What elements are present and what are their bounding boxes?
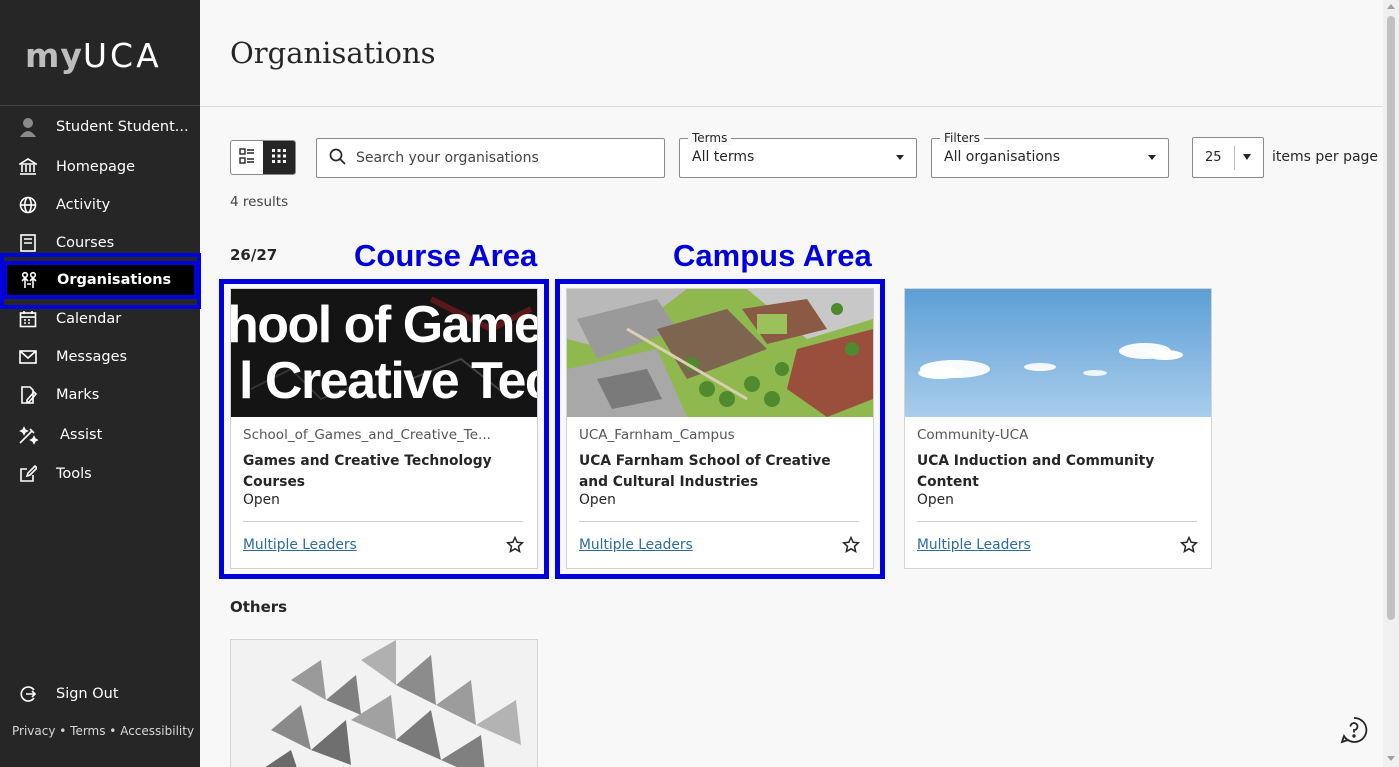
list-view-button[interactable]: [231, 141, 263, 174]
per-page-label: items per page: [1272, 149, 1379, 165]
per-page-value: 25: [1205, 150, 1222, 165]
sidebar-item-label: Homepage: [56, 159, 136, 175]
card-banner-image: [231, 640, 537, 767]
sign-out-label: Sign Out: [56, 686, 119, 702]
banner-text-line2: l Creative Tech: [239, 352, 537, 410]
caret-down-icon: [1243, 154, 1251, 160]
marks-icon: [18, 385, 38, 405]
calendar-icon: [18, 309, 38, 329]
scroll-up-icon[interactable]: [1387, 4, 1395, 9]
help-icon: [1340, 717, 1368, 744]
sidebar-item-label: Assist: [60, 427, 103, 443]
grid-view-icon: [271, 148, 287, 168]
card-code: School_of_Games_and_Creative_Te...: [243, 427, 491, 443]
sidebar-item-label: Calendar: [56, 311, 122, 327]
card-code: Community-UCA: [917, 427, 1029, 443]
card-title[interactable]: UCA Farnham School of Creative and Cultu…: [579, 451, 861, 493]
header-divider: [200, 106, 1383, 107]
card-divider: [243, 521, 523, 522]
sidebar-item-marks[interactable]: Marks: [0, 376, 200, 414]
terms-value: All terms: [692, 149, 755, 165]
scrollbar[interactable]: [1383, 0, 1399, 767]
globe-icon: [18, 195, 38, 215]
card-status: Open: [917, 492, 954, 508]
avatar: [18, 117, 38, 137]
sidebar-item-label: Marks: [56, 387, 100, 403]
card-banner-image: [905, 289, 1211, 417]
sidebar-item-assist[interactable]: Assist: [0, 416, 200, 454]
star-icon[interactable]: [505, 535, 525, 554]
terms-dropdown[interactable]: Terms All terms: [679, 131, 917, 178]
term-heading: 26/27: [230, 246, 278, 264]
list-view-icon: [239, 147, 255, 168]
book-icon: [18, 233, 38, 253]
search-box: [316, 138, 665, 178]
user-name: Student Student...: [56, 119, 189, 135]
main-content: Organisations Terms All terms Filters Al…: [200, 0, 1383, 767]
organisation-card[interactable]: UCA_Farnham_Campus UCA Farnham School of…: [566, 288, 874, 569]
card-banner-image: hool of Games l Creative Tech: [231, 289, 537, 417]
organisation-card[interactable]: hool of Games l Creative Tech School_of_…: [230, 288, 538, 569]
sidebar-item-messages[interactable]: Messages: [0, 338, 200, 376]
card-code: UCA_Farnham_Campus: [579, 427, 735, 443]
search-icon: [329, 148, 346, 169]
card-title[interactable]: UCA Induction and Community Content: [917, 451, 1199, 493]
star-icon[interactable]: [841, 535, 861, 554]
scroll-down-icon[interactable]: [1387, 756, 1395, 761]
sidebar-item-calendar[interactable]: Calendar: [0, 300, 200, 338]
sidebar-item-activity[interactable]: Activity: [0, 186, 200, 224]
sidebar-divider: [0, 105, 200, 106]
results-count: 4 results: [230, 194, 289, 210]
card-status: Open: [579, 492, 616, 508]
people-icon: [19, 270, 39, 290]
sidebar-item-organisations[interactable]: Organisations: [3, 261, 198, 299]
chevron-down-icon: [1148, 155, 1156, 160]
sign-out-button[interactable]: Sign Out: [0, 675, 200, 713]
sidebar-item-homepage[interactable]: Homepage: [0, 148, 200, 186]
search-input[interactable]: [356, 150, 646, 166]
star-icon[interactable]: [1179, 535, 1199, 554]
card-divider: [579, 521, 859, 522]
grid-view-button[interactable]: [263, 141, 295, 174]
terms-legend: Terms: [688, 131, 732, 145]
multiple-leaders-link[interactable]: Multiple Leaders: [917, 537, 1031, 553]
view-toggle: [230, 140, 296, 175]
annotation-course-area: Course Area: [354, 238, 538, 273]
sidebar-item-label: Activity: [56, 197, 111, 213]
sidebar: myUCA Student Student... Homepage Activi…: [0, 0, 201, 767]
sidebar-item-label: Messages: [56, 349, 128, 365]
envelope-icon: [18, 347, 38, 367]
multiple-leaders-link[interactable]: Multiple Leaders: [243, 537, 357, 553]
card-status: Open: [243, 492, 280, 508]
organisation-card[interactable]: Community-UCA UCA Induction and Communit…: [904, 288, 1212, 569]
tools-icon: [18, 464, 38, 484]
filters-dropdown[interactable]: Filters All organisations: [931, 131, 1169, 178]
chevron-down-icon: [896, 155, 904, 160]
myuca-logo[interactable]: myUCA: [25, 36, 162, 75]
sidebar-item-tools[interactable]: Tools: [0, 455, 200, 493]
sidebar-item-profile[interactable]: Student Student...: [0, 108, 200, 146]
sign-out-icon: [18, 684, 38, 704]
annotation-campus-area: Campus Area: [673, 238, 872, 273]
institution-icon: [18, 157, 38, 177]
sidebar-item-label: Courses: [56, 235, 115, 251]
multiple-leaders-link[interactable]: Multiple Leaders: [579, 537, 693, 553]
sidebar-item-label: Tools: [56, 466, 92, 482]
filters-legend: Filters: [940, 131, 984, 145]
card-title[interactable]: Games and Creative Technology Courses: [243, 451, 525, 493]
help-button[interactable]: [1340, 716, 1368, 744]
sidebar-item-label: Organisations: [57, 272, 172, 288]
card-divider: [917, 521, 1197, 522]
page-title: Organisations: [230, 36, 436, 70]
banner-text-line1: hool of Games: [231, 296, 537, 354]
others-heading: Others: [230, 598, 288, 616]
filters-value: All organisations: [944, 149, 1061, 165]
footer-links[interactable]: Privacy • Terms • Accessibility: [12, 724, 194, 738]
card-banner-image: [567, 289, 873, 417]
organisation-card[interactable]: [230, 639, 538, 767]
scrollbar-thumb[interactable]: [1387, 16, 1395, 620]
assist-icon: [18, 425, 38, 445]
select-divider: [1234, 146, 1235, 170]
items-per-page-select[interactable]: 25: [1192, 137, 1264, 178]
